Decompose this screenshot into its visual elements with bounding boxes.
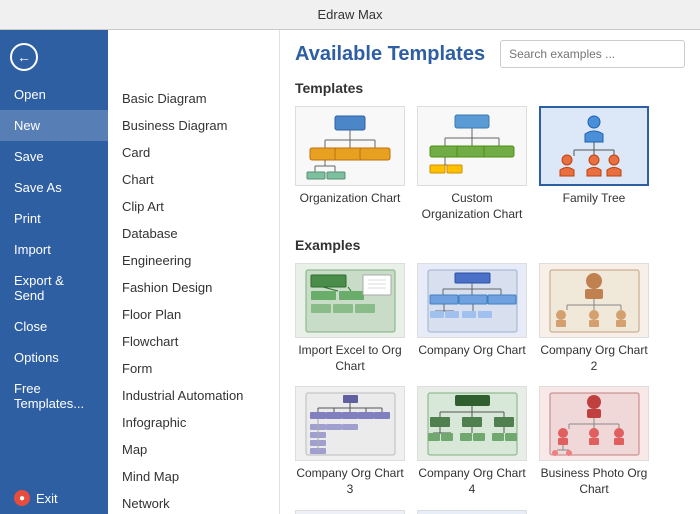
example-import-excel-org-chart[interactable]: Import Excel to Org Chart — [295, 263, 405, 374]
template-thumb-org-chart — [295, 106, 405, 186]
category-network[interactable]: Network — [108, 490, 279, 514]
template-label-org-chart: Organization Chart — [295, 191, 405, 207]
category-floor-plan[interactable]: Floor Plan — [108, 301, 279, 328]
category-industrial-automation[interactable]: Industrial Automation — [108, 382, 279, 409]
example-company-org-chart-3[interactable]: Company Org Chart 3 — [295, 386, 405, 497]
category-map[interactable]: Map — [108, 436, 279, 463]
panel-title: Available Templates — [295, 43, 485, 66]
example-thumb-service-enterprise — [417, 510, 527, 514]
sidebar-item-import[interactable]: Import — [0, 234, 108, 265]
category-business-diagram[interactable]: Business Diagram — [108, 112, 279, 139]
category-database[interactable]: Database — [108, 220, 279, 247]
template-label-custom-org: Custom Organization Chart — [417, 191, 527, 222]
category-list: Basic Diagram Business Diagram Card Char… — [108, 30, 280, 514]
sidebar-item-new[interactable]: New — [0, 110, 108, 141]
examples-section-title: Examples — [295, 237, 685, 253]
example-thumb-hierarchical — [295, 510, 405, 514]
sidebar-item-free-templates[interactable]: Free Templates... — [0, 373, 108, 419]
category-mind-map[interactable]: Mind Map — [108, 463, 279, 490]
category-basic-diagram[interactable]: Basic Diagram — [108, 85, 279, 112]
templates-section-title: Templates — [295, 80, 685, 96]
example-thumb-import-excel — [295, 263, 405, 338]
category-infographic[interactable]: Infographic — [108, 409, 279, 436]
right-panel: Available Templates Templates — [280, 30, 700, 514]
example-label-import-excel: Import Excel to Org Chart — [295, 343, 405, 374]
example-label-company-org-3: Company Org Chart 3 — [295, 466, 405, 497]
sidebar: ← Open New Save Save As Print Import Exp… — [0, 30, 108, 514]
sidebar-item-print[interactable]: Print — [0, 203, 108, 234]
sidebar-item-options[interactable]: Options — [0, 342, 108, 373]
example-business-photo-org-chart[interactable]: Business Photo Org Chart — [539, 386, 649, 497]
category-card[interactable]: Card — [108, 139, 279, 166]
templates-grid: Organization Chart — [295, 106, 685, 222]
exit-label: Exit — [36, 491, 58, 506]
template-organization-chart[interactable]: Organization Chart — [295, 106, 405, 222]
category-form[interactable]: Form — [108, 355, 279, 382]
example-thumb-company-org-3 — [295, 386, 405, 461]
example-thumb-company-org — [417, 263, 527, 338]
exit-button[interactable]: ● Exit — [0, 482, 108, 514]
example-company-org-chart-4[interactable]: Company Org Chart 4 — [417, 386, 527, 497]
example-label-company-org-2: Company Org Chart 2 — [539, 343, 649, 374]
content-area: Basic Diagram Business Diagram Card Char… — [108, 30, 700, 514]
sidebar-item-export-send[interactable]: Export & Send — [0, 265, 108, 311]
example-label-business-photo: Business Photo Org Chart — [539, 466, 649, 497]
back-button[interactable]: ← — [0, 35, 108, 79]
app-title: Edraw Max — [317, 7, 382, 22]
example-thumb-company-org-2 — [539, 263, 649, 338]
example-label-company-org-4: Company Org Chart 4 — [417, 466, 527, 497]
example-company-org-chart-2[interactable]: Company Org Chart 2 — [539, 263, 649, 374]
example-hierarchical-org-chart[interactable]: Hierarchical Org Chart — [295, 510, 405, 514]
example-thumb-company-org-4 — [417, 386, 527, 461]
back-icon: ← — [10, 43, 38, 71]
category-chart[interactable]: Chart — [108, 166, 279, 193]
category-flowchart[interactable]: Flowchart — [108, 328, 279, 355]
panel-header: Available Templates — [295, 40, 685, 68]
example-label-company-org: Company Org Chart — [417, 343, 527, 359]
examples-grid: Import Excel to Org Chart — [295, 263, 685, 514]
template-custom-org-chart[interactable]: Custom Organization Chart — [417, 106, 527, 222]
example-company-org-chart[interactable]: Company Org Chart — [417, 263, 527, 374]
example-service-enterprise-org-chart[interactable]: Service Enterprise Org Chart — [417, 510, 527, 514]
category-clip-art[interactable]: Clip Art — [108, 193, 279, 220]
category-fashion-design[interactable]: Fashion Design — [108, 274, 279, 301]
example-thumb-business-photo — [539, 386, 649, 461]
sidebar-item-save-as[interactable]: Save As — [0, 172, 108, 203]
template-thumb-family-tree — [539, 106, 649, 186]
sidebar-item-save[interactable]: Save — [0, 141, 108, 172]
search-input[interactable] — [500, 40, 685, 68]
template-family-tree[interactable]: Family Tree — [539, 106, 649, 222]
sidebar-item-open[interactable]: Open — [0, 79, 108, 110]
template-label-family-tree: Family Tree — [539, 191, 649, 207]
exit-icon: ● — [14, 490, 30, 506]
sidebar-item-close[interactable]: Close — [0, 311, 108, 342]
category-engineering[interactable]: Engineering — [108, 247, 279, 274]
template-thumb-custom-org — [417, 106, 527, 186]
